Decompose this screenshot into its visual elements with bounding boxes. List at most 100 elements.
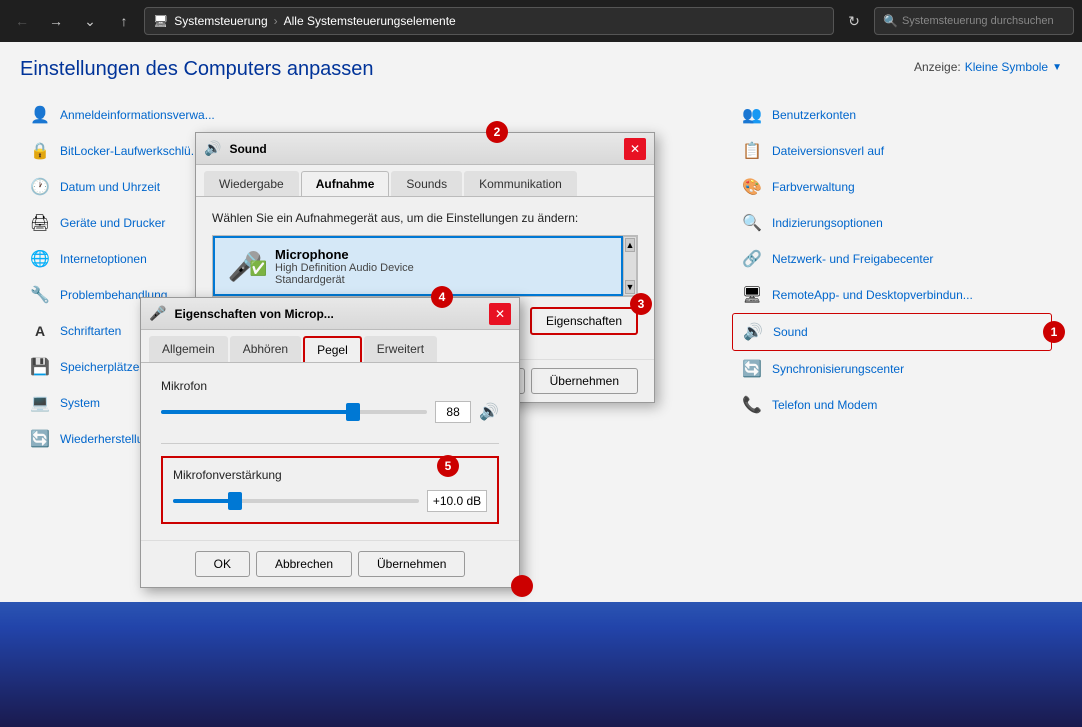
device-icon-area: 🎤 ✅	[225, 246, 265, 286]
props-ok-button[interactable]: OK	[195, 551, 250, 577]
history-button[interactable]: ⌄	[76, 7, 104, 35]
cp-item-farb-label: Farbverwaltung	[772, 180, 855, 194]
internet-icon: 🌐	[28, 247, 52, 271]
step-2-badge: 2	[486, 121, 508, 143]
cp-item-netzwerk[interactable]: 🔗 Netzwerk- und Freigabecenter	[732, 241, 1052, 277]
tab-wiedergabe[interactable]: Wiedergabe	[204, 171, 299, 196]
mikrofon-slider-track[interactable]	[161, 410, 427, 414]
anmelde-icon: 👤	[28, 103, 52, 127]
boost-slider-row: +10.0 dB	[173, 490, 487, 512]
main-content: Einstellungen des Computers anpassen Anz…	[0, 42, 1082, 727]
mikrofon-label: Mikrofon	[161, 379, 499, 393]
speaker-mute-icon[interactable]: 🔊	[479, 402, 499, 422]
tab-aufnahme[interactable]: Aufnahme	[301, 171, 390, 196]
sound-dialog-titlebar: 🔊 Sound ✕	[196, 133, 654, 165]
mikrofon-section: Mikrofon 88 🔊	[161, 379, 499, 423]
cp-item-farb[interactable]: 🎨 Farbverwaltung	[732, 169, 1052, 205]
device-list-scrollbar[interactable]: ▲ ▼	[623, 236, 637, 296]
back-button[interactable]: ←	[8, 7, 36, 35]
indizier-icon: 🔍	[740, 211, 764, 235]
cp-item-speicher-label: Speicherplätze	[60, 360, 139, 374]
geraete-icon: 🖨	[28, 211, 52, 235]
forward-button[interactable]: →	[42, 7, 70, 35]
right-cp-items: 👥 Benutzerkonten 📋 Dateiversionsverl auf…	[732, 97, 1052, 423]
address-field[interactable]: 🖥 Systemsteuerung › Alle Systemsteuerung…	[144, 7, 834, 35]
step-1-badge: 1	[1043, 321, 1065, 343]
cp-item-indizier-label: Indizierungsoptionen	[772, 216, 883, 230]
cp-item-datei-label: Dateiversionsverl auf	[772, 144, 884, 158]
telefon-icon: 📞	[740, 393, 764, 417]
device-info: Microphone High Definition Audio Device …	[275, 247, 611, 286]
tab-kommunikation[interactable]: Kommunikation	[464, 171, 577, 196]
divider	[161, 443, 499, 444]
cp-item-datei[interactable]: 📋 Dateiversionsverl auf	[732, 133, 1052, 169]
props-abbrechen-button[interactable]: Abbrechen	[256, 551, 352, 577]
view-dropdown-icon[interactable]: ▼	[1052, 62, 1062, 73]
boost-value[interactable]: +10.0 dB	[427, 490, 487, 512]
cp-item-netzwerk-label: Netzwerk- und Freigabecenter	[772, 252, 933, 266]
address-bar: ← → ⌄ ↑ 🖥 Systemsteuerung › Alle Systems…	[0, 0, 1082, 42]
cp-item-datum-label: Datum und Uhrzeit	[60, 180, 160, 194]
props-footer: OK Abbrechen Übernehmen	[141, 540, 519, 587]
path2: Alle Systemsteuerungselemente	[284, 14, 456, 28]
path-icon: 🖥	[153, 14, 168, 28]
view-link[interactable]: Kleine Symbole	[965, 60, 1048, 74]
props-tab-abhoren[interactable]: Abhören	[230, 336, 301, 362]
cp-item-telefon-label: Telefon und Modem	[772, 398, 877, 412]
device-microphone[interactable]: 🎤 ✅ Microphone High Definition Audio Dev…	[213, 236, 623, 296]
boost-slider-track[interactable]	[173, 499, 419, 503]
cp-item-schrift-label: Schriftarten	[60, 324, 121, 338]
cp-item-remote[interactable]: 🖥 RemoteApp- und Desktopverbindun...	[732, 277, 1052, 313]
cp-item-geraete-label: Geräte und Drucker	[60, 216, 165, 230]
sound-icon: 🔊	[741, 320, 765, 344]
cp-item-benutzer-label: Benutzerkonten	[772, 108, 856, 122]
props-tab-pegel[interactable]: Pegel	[303, 336, 362, 362]
props-tab-allgemein[interactable]: Allgemein	[149, 336, 228, 362]
cp-item-indizier[interactable]: 🔍 Indizierungsoptionen	[732, 205, 1052, 241]
sound-dialog-close[interactable]: ✕	[624, 138, 646, 160]
sync-icon: 🔄	[740, 357, 764, 381]
cp-item-sound[interactable]: 🔊 Sound 1	[732, 313, 1052, 351]
cp-item-anmelde-label: Anmeldeinformationsverwa...	[60, 108, 215, 122]
sound-dialog-title: Sound	[229, 142, 616, 156]
remote-icon: 🖥	[740, 283, 764, 307]
step-5-badge: 5	[437, 455, 459, 477]
props-dialog-title-icon: 🎤	[149, 305, 166, 322]
cp-item-remote-label: RemoteApp- und Desktopverbindun...	[772, 288, 973, 302]
sound-ubernehmen-button[interactable]: Übernehmen	[531, 368, 638, 394]
mikrofon-slider-fill	[161, 410, 353, 414]
props-ubernehmen-button[interactable]: Übernehmen	[358, 551, 465, 577]
problem-icon: 🔧	[28, 283, 52, 307]
search-placeholder: Systemsteuerung durchsuchen	[902, 15, 1054, 27]
cp-item-sync[interactable]: 🔄 Synchronisierungscenter	[732, 351, 1052, 387]
search-field[interactable]: 🔍 Systemsteuerung durchsuchen	[874, 7, 1074, 35]
props-tab-erweitert[interactable]: Erweitert	[364, 336, 437, 362]
device-default: Standardgerät	[275, 274, 611, 286]
benutzer-icon: 👥	[740, 103, 764, 127]
sep1: ›	[274, 14, 278, 28]
tab-sounds[interactable]: Sounds	[391, 171, 462, 196]
netzwerk-icon: 🔗	[740, 247, 764, 271]
device-name: Microphone	[275, 247, 611, 262]
refresh-button[interactable]: ↻	[840, 7, 868, 35]
cp-item-anmelde[interactable]: 👤 Anmeldeinformationsverwa...	[20, 97, 340, 133]
mikrofon-slider-row: 88 🔊	[161, 401, 499, 423]
cp-item-internet-label: Internetoptionen	[60, 252, 147, 266]
step-5-badge-placeholder	[511, 575, 533, 597]
system-icon: 💻	[28, 391, 52, 415]
props-dialog-title: Eigenschaften von Microp...	[174, 307, 481, 321]
eigenschaften-button[interactable]: Eigenschaften	[530, 307, 638, 335]
bitlocker-icon: 🔒	[28, 139, 52, 163]
view-prefix: Anzeige:	[914, 60, 961, 74]
mikrofon-value[interactable]: 88	[435, 401, 471, 423]
props-dialog-close[interactable]: ✕	[489, 303, 511, 325]
farb-icon: 🎨	[740, 175, 764, 199]
datei-icon: 📋	[740, 139, 764, 163]
up-button[interactable]: ↑	[110, 7, 138, 35]
boost-slider-thumb[interactable]	[228, 492, 242, 510]
mikrofon-slider-thumb[interactable]	[346, 403, 360, 421]
cp-item-benutzer[interactable]: 👥 Benutzerkonten	[732, 97, 1052, 133]
cp-item-telefon[interactable]: 📞 Telefon und Modem	[732, 387, 1052, 423]
page-title: Einstellungen des Computers anpassen	[20, 58, 374, 81]
device-sub: High Definition Audio Device	[275, 262, 611, 274]
